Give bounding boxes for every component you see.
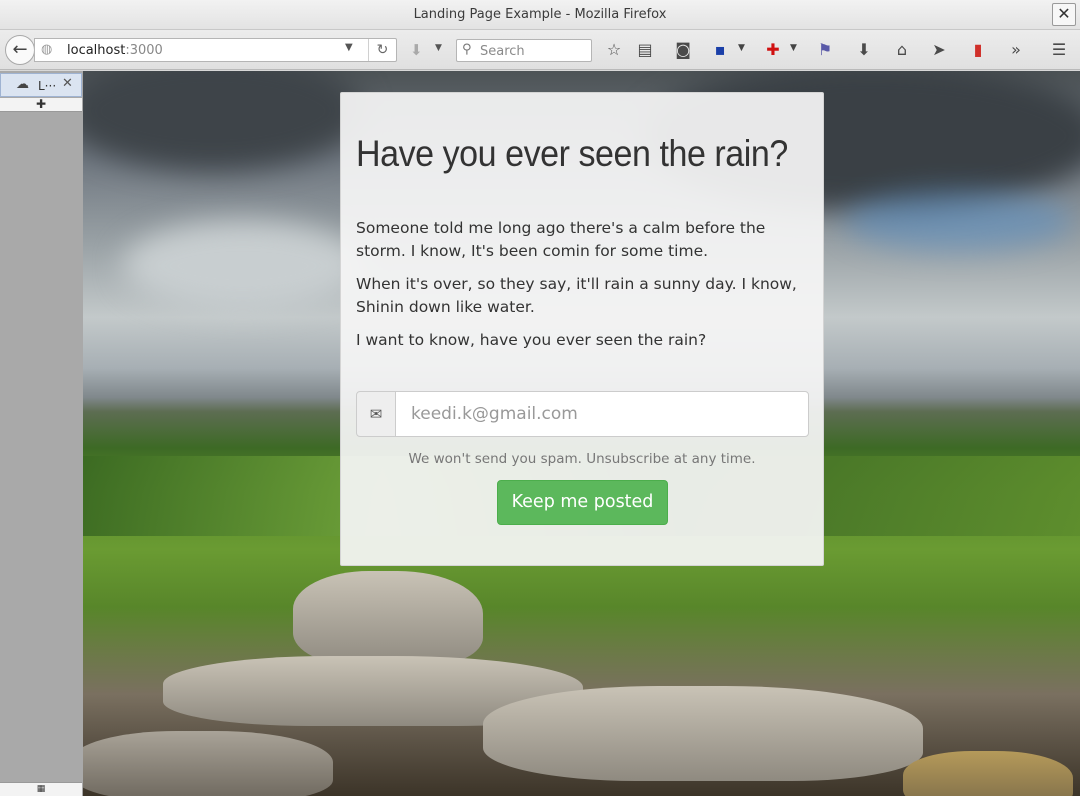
background-cloud bbox=[83, 71, 363, 171]
send-icon[interactable]: ➤ bbox=[928, 39, 950, 61]
menu-hamburger-icon[interactable]: ☰ bbox=[1048, 39, 1070, 61]
url-host: localhost bbox=[67, 43, 126, 58]
email-input-group: ✉ bbox=[356, 391, 809, 437]
url-text: localhost:3000 bbox=[67, 43, 163, 58]
sidebar-settings-button[interactable]: ▦ bbox=[0, 782, 82, 796]
window-close-button[interactable]: ✕ bbox=[1052, 3, 1076, 26]
window-titlebar: Landing Page Example - Mozilla Firefox ✕ bbox=[0, 0, 1080, 30]
reading-list-icon[interactable]: ▤ bbox=[634, 39, 656, 61]
keep-me-posted-button[interactable]: Keep me posted bbox=[497, 480, 668, 525]
search-icon: ⚲ bbox=[462, 42, 472, 57]
close-tab-icon[interactable]: ✕ bbox=[62, 76, 73, 91]
home-icon[interactable]: ⌂ bbox=[891, 39, 913, 61]
email-field[interactable] bbox=[395, 391, 809, 437]
background-rock bbox=[83, 731, 333, 796]
addon-dropdown-icon[interactable]: ▼ bbox=[790, 43, 797, 53]
window-title: Landing Page Example - Mozilla Firefox bbox=[413, 7, 667, 22]
cloud-icon: ☁ bbox=[16, 77, 29, 92]
addon-icon[interactable]: ⚑ bbox=[814, 39, 836, 61]
addon-battery-icon[interactable]: ▮ bbox=[967, 39, 989, 61]
sidebar-tab-label: L··· bbox=[38, 79, 57, 93]
bookmark-star-icon[interactable]: ☆ bbox=[603, 39, 625, 61]
sidebar-grid-icon: ▦ bbox=[36, 784, 46, 794]
page-heading: Have you ever seen the rain? bbox=[356, 133, 788, 174]
background-rock bbox=[293, 571, 483, 666]
navigation-toolbar: ← ◍ localhost:3000 ▼ ↻ ⬇ ▼ ⚲ Search ☆ ▤ … bbox=[0, 30, 1080, 70]
pocket-icon[interactable]: ◙ bbox=[672, 39, 694, 61]
url-port: :3000 bbox=[125, 43, 163, 58]
no-spam-note: We won't send you spam. Unsubscribe at a… bbox=[408, 451, 756, 467]
download-icon[interactable]: ⬇ bbox=[410, 41, 423, 59]
url-bar[interactable]: ◍ localhost:3000 ▼ ↻ bbox=[34, 38, 397, 62]
background-rock bbox=[903, 751, 1073, 796]
downloads-arrow-icon[interactable]: ⬇ bbox=[853, 39, 875, 61]
reload-icon: ↻ bbox=[376, 42, 389, 58]
lyric-paragraph: Someone told me long ago there's a calm … bbox=[356, 219, 766, 260]
url-history-dropdown-icon[interactable]: ▼ bbox=[345, 42, 353, 53]
overflow-chevrons-icon[interactable]: » bbox=[1005, 39, 1027, 61]
new-tab-button[interactable]: ✚ bbox=[0, 98, 82, 112]
lyric-paragraph: When it's over, so they say, it'll rain … bbox=[356, 275, 797, 316]
background-sky bbox=[843, 191, 1073, 251]
background-cloud bbox=[123, 221, 363, 311]
reload-button[interactable]: ↻ bbox=[368, 39, 396, 61]
envelope-icon: ✉ bbox=[356, 391, 396, 437]
tab-sidebar: ☁ L··· ✕ ✚ ▦ bbox=[0, 71, 83, 796]
search-box[interactable]: ⚲ Search bbox=[456, 39, 592, 62]
background-rock bbox=[483, 686, 923, 781]
lyric-paragraph: I want to know, have you ever seen the r… bbox=[356, 331, 707, 349]
download-dropdown-icon[interactable]: ▼ bbox=[435, 43, 442, 53]
sidebar-tab[interactable]: ☁ L··· ✕ bbox=[0, 73, 82, 97]
save-icon[interactable]: ▪ bbox=[709, 39, 731, 61]
back-button[interactable]: ← bbox=[5, 35, 35, 65]
addon-red-cross-icon[interactable]: ✚ bbox=[762, 39, 784, 61]
save-dropdown-icon[interactable]: ▼ bbox=[738, 43, 745, 53]
back-icon: ← bbox=[12, 39, 28, 60]
search-placeholder: Search bbox=[480, 44, 525, 59]
signup-card: Have you ever seen the rain? Someone tol… bbox=[340, 92, 824, 566]
globe-icon: ◍ bbox=[41, 42, 53, 57]
